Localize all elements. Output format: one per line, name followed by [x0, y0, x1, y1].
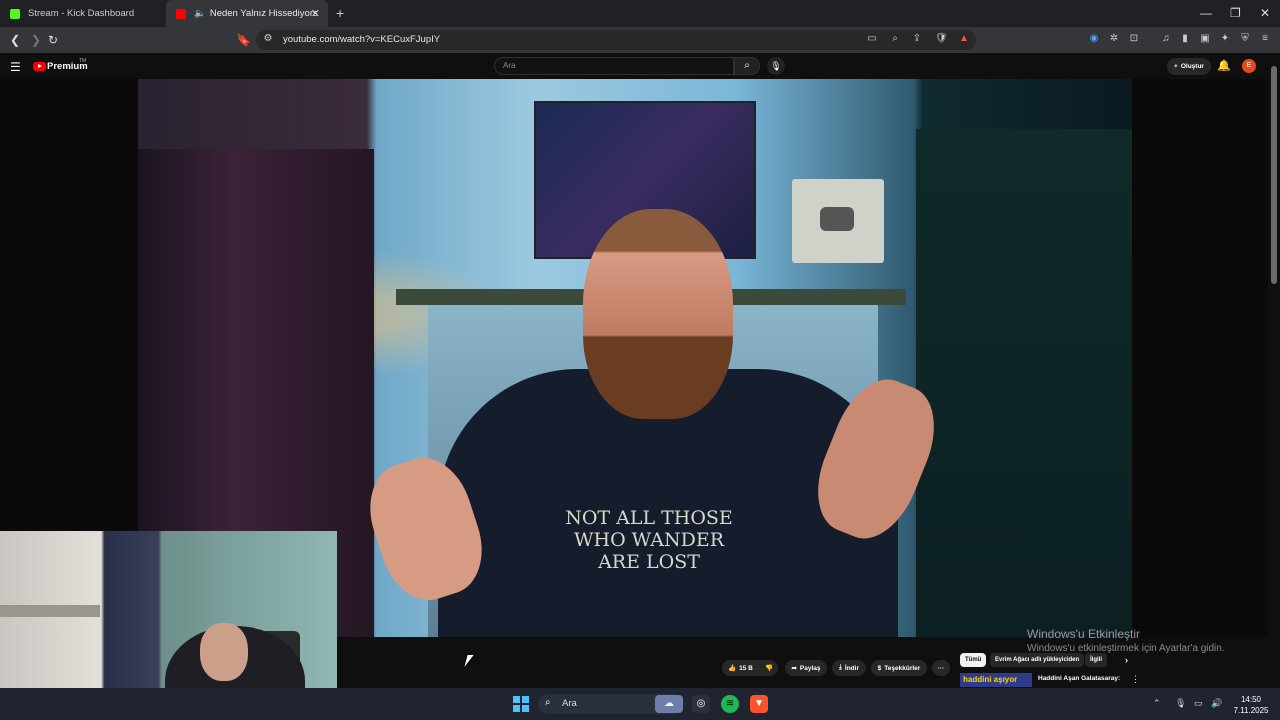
- site-settings-icon[interactable]: ⚙: [262, 33, 274, 45]
- dislike-button[interactable]: 👎: [760, 660, 778, 676]
- tab-label: Neden Yalnız Hissediyorsunuz: [209, 8, 318, 19]
- zoom-icon[interactable]: ⌕: [889, 33, 901, 45]
- play-button-plaque: [792, 179, 884, 263]
- recommended-video-thumbnail[interactable]: haddini aşıyor: [960, 673, 1032, 687]
- thanks-label: Teşekkürler: [884, 664, 921, 672]
- super-thanks-icon: $: [877, 664, 882, 672]
- thanks-button[interactable]: $ Teşekkürler: [871, 660, 927, 676]
- share-icon[interactable]: ⇪: [911, 33, 923, 45]
- webcam-streamer-face: [200, 623, 248, 681]
- tab-youtube-video[interactable]: 🔈 Neden Yalnız Hissediyorsunuz ✕: [166, 0, 328, 27]
- create-label: Oluştur: [1180, 63, 1204, 70]
- vpn-icon[interactable]: ⛨: [1239, 33, 1251, 45]
- kick-icon: [10, 8, 20, 19]
- plus-icon: +: [1174, 63, 1178, 70]
- youtube-logo-icon[interactable]: [33, 62, 46, 71]
- speaker-icon: 🔈: [194, 8, 206, 19]
- chip-all[interactable]: Tümü: [960, 653, 987, 667]
- download-icon: ⤓: [839, 664, 842, 671]
- bookmark-icon[interactable]: 🔖: [236, 33, 251, 47]
- activation-watermark-title: Windows'u Etkinleştir: [1027, 627, 1140, 641]
- hamburger-menu-icon[interactable]: ☰: [10, 60, 21, 74]
- download-button[interactable]: ⤓ İndir: [832, 660, 866, 676]
- browser-menu-icon[interactable]: ≡: [1259, 33, 1271, 45]
- microphone-icon[interactable]: 🎙: [767, 57, 785, 75]
- search-icon[interactable]: ⌕: [734, 57, 760, 75]
- spotify-icon[interactable]: ≋: [721, 695, 739, 713]
- presenter-head: [583, 209, 733, 419]
- share-button[interactable]: ➦ Paylaş: [785, 660, 827, 676]
- new-tab-button[interactable]: +: [336, 5, 344, 21]
- webcam-shelf: [0, 605, 100, 617]
- wallet-icon[interactable]: ▣: [1199, 33, 1211, 45]
- shirt-print: NOT ALL THOSE WHO WANDER ARE LOST: [565, 507, 733, 573]
- search-input[interactable]: Ara: [494, 57, 734, 75]
- reload-button[interactable]: ↻: [48, 33, 58, 47]
- forward-button[interactable]: ❯: [31, 33, 41, 47]
- chip-uploader[interactable]: Evrim Ağacı adlı yükleyiciden: [990, 653, 1085, 667]
- close-window-button[interactable]: ✕: [1260, 6, 1270, 20]
- more-actions-button[interactable]: ···: [932, 660, 950, 676]
- tray-volume-icon[interactable]: 🔊: [1211, 698, 1222, 709]
- recommended-more-icon[interactable]: ⋮: [1131, 674, 1140, 685]
- minimize-button[interactable]: —: [1200, 6, 1212, 20]
- share-arrow-icon: ➦: [791, 665, 797, 672]
- chip-related[interactable]: İlgili: [1085, 653, 1107, 667]
- thumbs-up-icon: 👍: [728, 665, 737, 672]
- brave-rewards-icon[interactable]: ▲: [958, 33, 970, 45]
- recommended-video-title[interactable]: Haddini Aşan Galatasaray:: [1038, 675, 1120, 682]
- download-label: İndir: [844, 664, 859, 672]
- sidebar-icon[interactable]: ▮: [1179, 33, 1191, 45]
- leo-ai-icon[interactable]: ✦: [1219, 33, 1231, 45]
- youtube-icon: [176, 8, 186, 19]
- taskbar-clock[interactable]: 14:50 7.11.2025: [1233, 694, 1269, 716]
- tab-kick-dashboard[interactable]: Stream - Kick Dashboard: [0, 0, 160, 27]
- brave-shield-icon[interactable]: 🛡: [935, 33, 948, 45]
- thumbs-down-icon: 👎: [764, 665, 774, 672]
- notifications-bell-icon[interactable]: 🔔: [1217, 59, 1231, 72]
- tray-network-icon[interactable]: ▭: [1194, 698, 1203, 709]
- tray-overflow-icon[interactable]: ⌃: [1153, 698, 1161, 709]
- taskbar-search-icon: ⌕: [545, 697, 551, 708]
- like-count: 15 B: [739, 664, 753, 672]
- extensions-icon[interactable]: ✲: [1108, 33, 1120, 45]
- back-button[interactable]: ❮: [10, 33, 20, 47]
- tab-label: Stream - Kick Dashboard: [28, 8, 135, 19]
- audio-playing-icon[interactable]: ◉: [1088, 33, 1100, 45]
- screenshot-icon[interactable]: ⊡: [1128, 33, 1140, 45]
- windows-start-icon[interactable]: [513, 696, 529, 712]
- search-highlight-icon[interactable]: ☁: [655, 695, 683, 713]
- media-icon[interactable]: ♫: [1160, 33, 1172, 45]
- chips-next-icon[interactable]: ›: [1120, 653, 1133, 667]
- brave-browser-icon[interactable]: ▼: [750, 695, 768, 713]
- activation-watermark-text: Windows'u etkinleştirmek için Ayarlar'a …: [1027, 643, 1225, 654]
- restore-button[interactable]: ❐: [1230, 6, 1241, 20]
- url-text[interactable]: youtube.com/watch?v=KECuxFJupIY: [283, 34, 440, 45]
- share-label: Paylaş: [799, 664, 821, 672]
- obs-icon[interactable]: ◎: [692, 695, 710, 713]
- trademark-label: TM: [79, 58, 87, 64]
- create-button[interactable]: + Oluştur: [1167, 58, 1211, 75]
- plant-wall: [916, 129, 1132, 637]
- cast-icon[interactable]: ▭: [866, 33, 878, 45]
- tray-mic-icon[interactable]: 🎙: [1175, 698, 1186, 709]
- clock-date: 7.11.2025: [1233, 706, 1269, 715]
- scrollbar-thumb[interactable]: [1271, 66, 1277, 284]
- avatar[interactable]: E: [1242, 59, 1256, 73]
- close-tab-icon[interactable]: ✕: [311, 7, 320, 20]
- clock-time: 14:50: [1240, 695, 1262, 704]
